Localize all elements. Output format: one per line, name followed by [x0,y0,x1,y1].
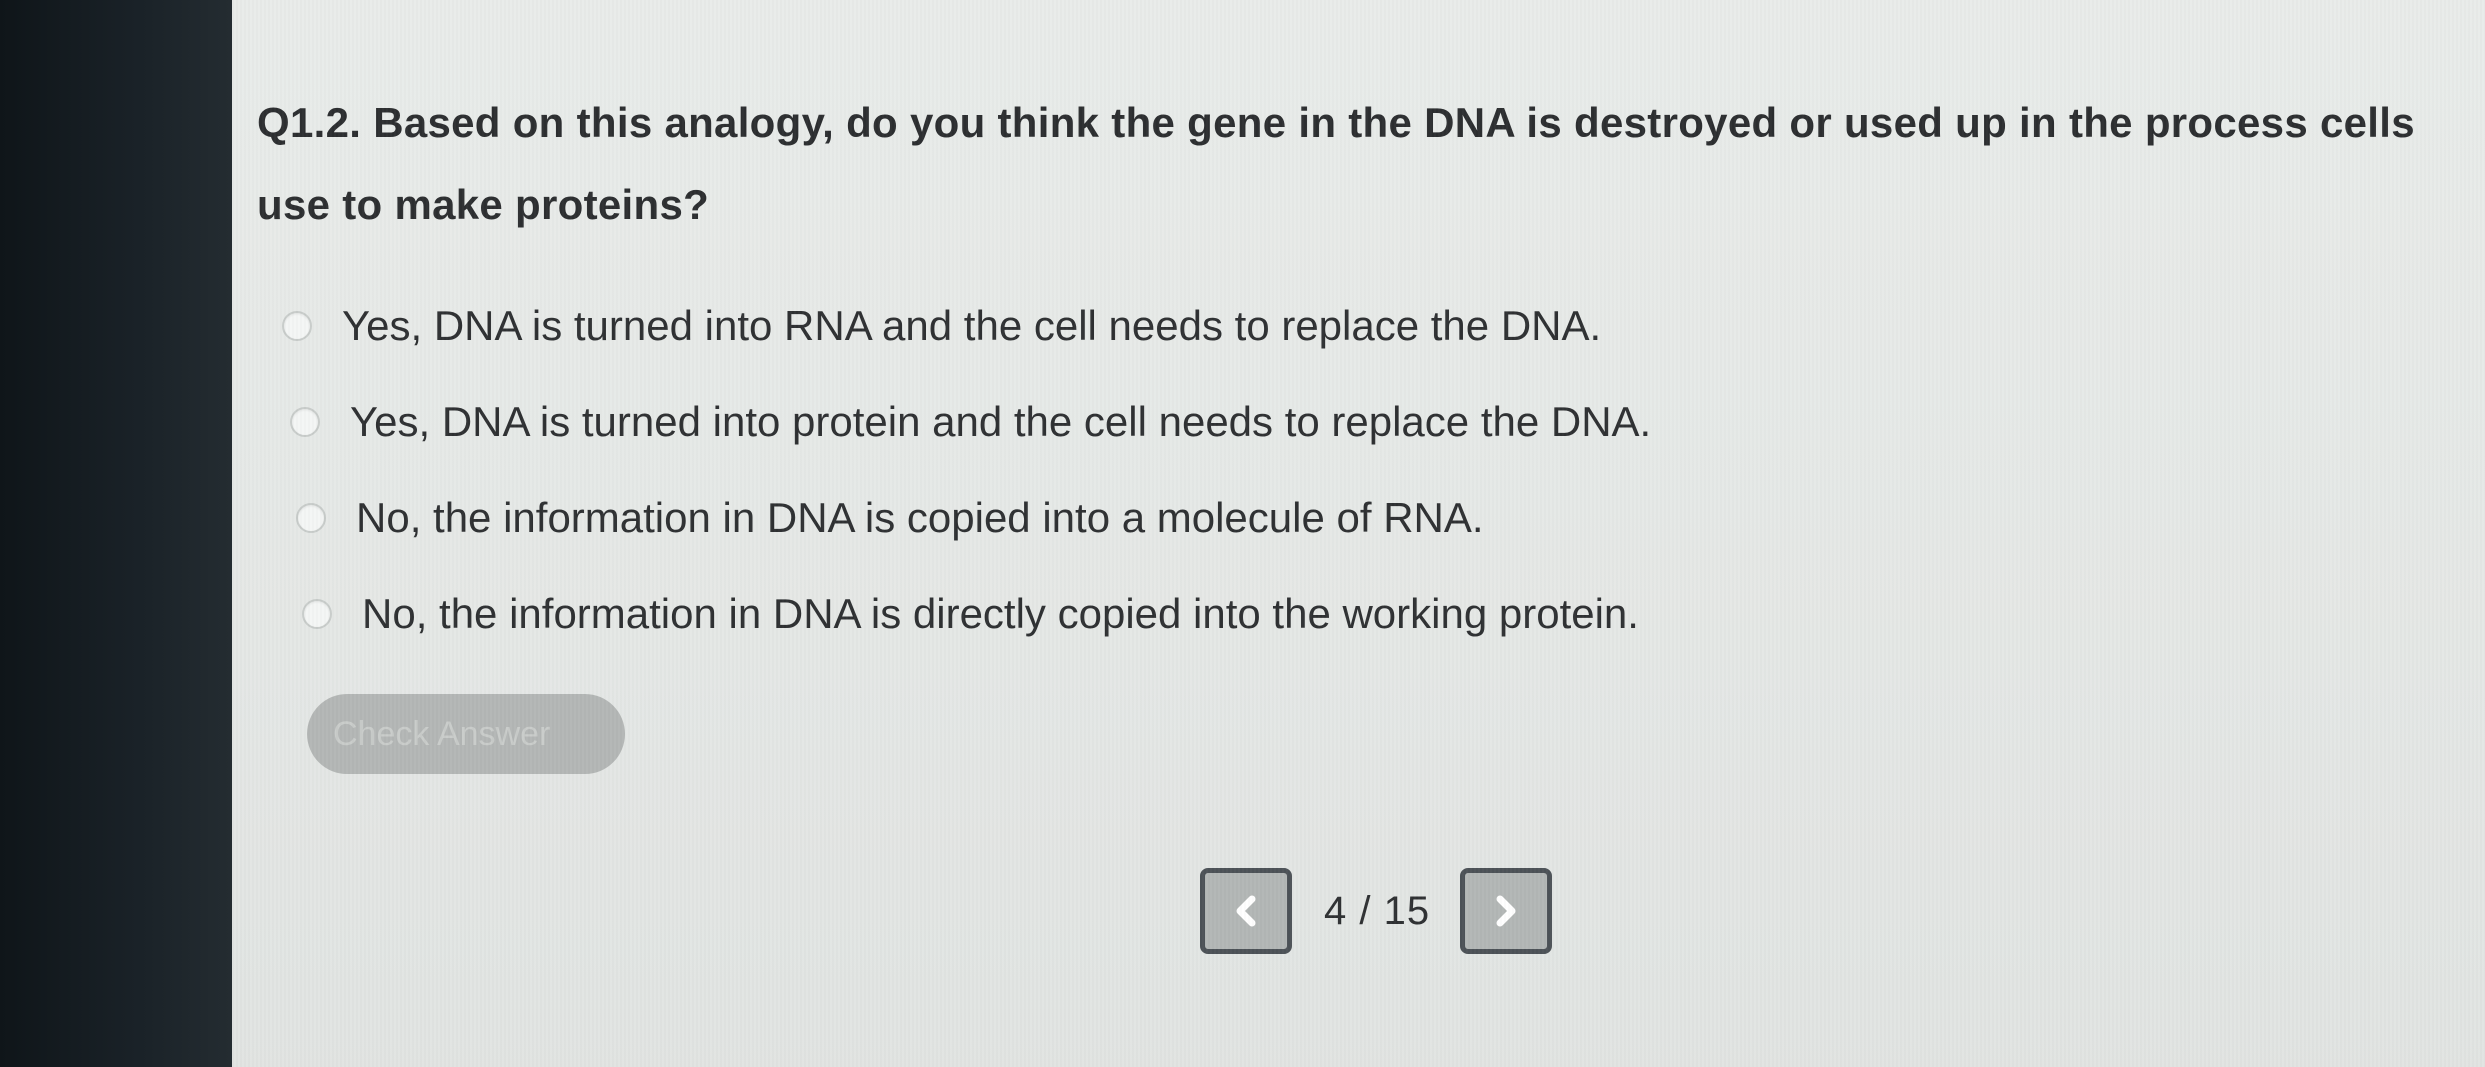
answer-option-label: Yes, DNA is turned into RNA and the cell… [342,302,1602,349]
answer-option-3[interactable]: No, the information in DNA is copied int… [296,470,1651,566]
previous-question-button[interactable] [1200,868,1292,954]
answer-option-label: Yes, DNA is turned into protein and the … [350,398,1652,445]
answer-options: Yes, DNA is turned into RNA and the cell… [282,278,1651,662]
chevron-right-icon [1496,895,1516,927]
chevron-left-icon [1236,895,1256,927]
check-answer-button[interactable]: Check Answer [307,694,625,774]
quiz-panel: Q1.2. Based on this analogy, do you thin… [232,0,2485,1067]
pagination: 4 / 15 [1200,868,1553,954]
radio-button[interactable] [290,407,320,437]
radio-button[interactable] [282,311,312,341]
question-text: Q1.2. Based on this analogy, do you thin… [257,99,2415,228]
radio-button[interactable] [296,503,326,533]
page-indicator: 4 / 15 [1324,888,1431,933]
screen-bezel [0,0,232,1067]
answer-option-2[interactable]: Yes, DNA is turned into protein and the … [290,374,1651,470]
answer-option-1[interactable]: Yes, DNA is turned into RNA and the cell… [282,278,1651,374]
answer-option-label: No, the information in DNA is directly c… [362,590,1639,637]
answer-option-label: No, the information in DNA is copied int… [356,494,1484,541]
radio-button[interactable] [302,599,332,629]
next-question-button[interactable] [1460,868,1553,954]
answer-option-4[interactable]: No, the information in DNA is directly c… [302,566,1651,662]
